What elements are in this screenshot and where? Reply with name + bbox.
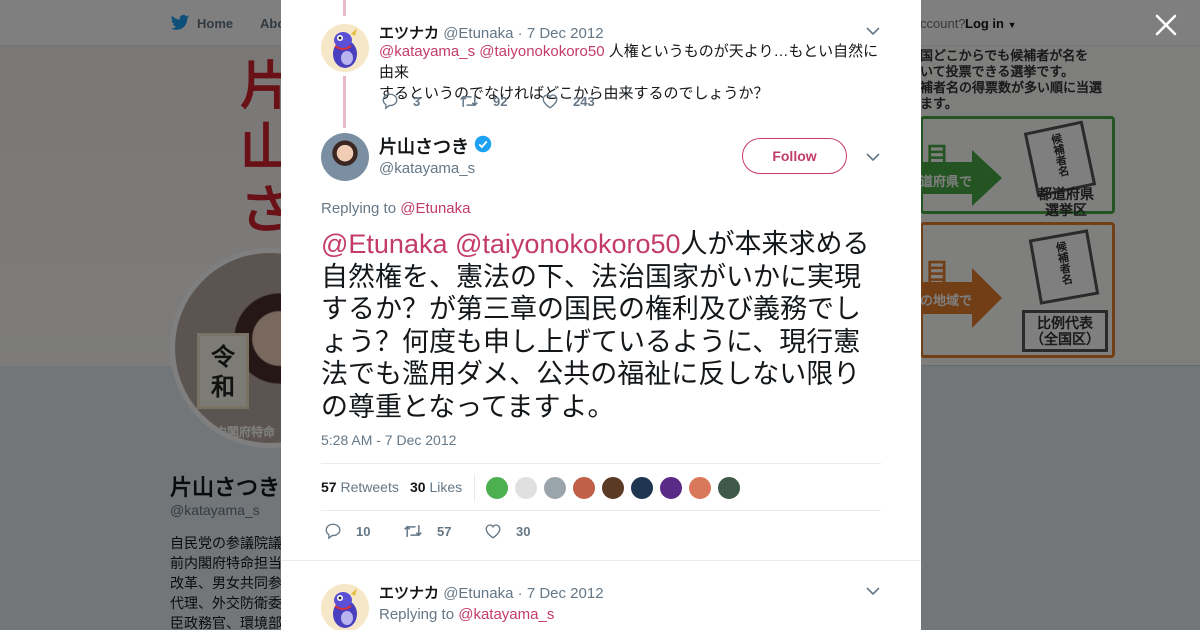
- divider: [281, 560, 921, 561]
- liker-avatar[interactable]: [659, 476, 683, 500]
- dragon-avatar-icon: [321, 24, 369, 72]
- retweet-icon: [404, 525, 422, 537]
- tweet-stats-bar: 57 Retweets 30 Likes: [321, 463, 881, 511]
- tweet-permalink-modal: エツナカ @Etunaka · 7 Dec 2012 @katayama_s @…: [281, 0, 921, 630]
- verified-badge-icon: [474, 135, 492, 153]
- like-button[interactable]: 243: [541, 92, 595, 110]
- mention-link[interactable]: @katayama_s: [379, 43, 475, 60]
- tweet-timestamp[interactable]: 5:28 AM - 7 Dec 2012: [321, 432, 456, 448]
- liker-avatar[interactable]: [485, 476, 509, 500]
- reply-tweet-header: エツナカ @Etunaka · 7 Dec 2012: [379, 582, 604, 603]
- retweets-stat-count: 57: [321, 479, 337, 495]
- replying-to-context: Replying to @Etunaka: [321, 200, 471, 217]
- mention-link[interactable]: @Etunaka: [321, 229, 447, 259]
- reply-icon: [382, 93, 398, 110]
- author-handle[interactable]: @katayama_s: [379, 160, 475, 177]
- chevron-down-icon[interactable]: [866, 152, 880, 162]
- retweet-count: 92: [493, 93, 508, 109]
- reply-button[interactable]: 10: [324, 522, 370, 540]
- tweet-date[interactable]: 7 Dec 2012: [527, 25, 604, 42]
- liker-avatar[interactable]: [514, 476, 538, 500]
- avatar[interactable]: [321, 133, 369, 181]
- heart-icon: [485, 524, 501, 539]
- focus-tweet-actions: 10 57 30: [324, 522, 624, 542]
- liker-avatar[interactable]: [688, 476, 712, 500]
- reply-button[interactable]: 3: [381, 92, 420, 110]
- author-name[interactable]: エツナカ: [379, 585, 439, 602]
- author-name[interactable]: エツナカ: [379, 25, 439, 42]
- mention-link[interactable]: @Etunaka: [400, 200, 470, 217]
- dragon-avatar-icon: [321, 584, 369, 630]
- author-handle[interactable]: @Etunaka: [443, 585, 513, 602]
- chevron-down-icon[interactable]: [866, 26, 880, 36]
- thread-connector-line: [343, 76, 346, 128]
- like-count: 30: [516, 523, 531, 539]
- reply-count: 10: [356, 523, 371, 539]
- author-handle[interactable]: @Etunaka: [443, 25, 513, 42]
- dot-separator: ·: [517, 585, 523, 602]
- thread-connector-line: [343, 0, 346, 16]
- mention-link[interactable]: @taiyonokokoro50: [479, 43, 604, 60]
- avatar[interactable]: [321, 584, 369, 630]
- likes-stat-label: Likes: [429, 479, 463, 495]
- chevron-down-icon[interactable]: [866, 586, 880, 596]
- stats-divider: [474, 474, 475, 502]
- author-name[interactable]: 片山さつき: [379, 133, 469, 159]
- retweet-icon: [460, 95, 478, 107]
- replying-prefix: Replying to: [321, 200, 397, 217]
- reply-count: 3: [413, 93, 421, 109]
- dot-separator: ·: [517, 25, 523, 42]
- like-count: 243: [573, 93, 595, 109]
- parent-tweet-actions: 3 92 243: [381, 92, 681, 112]
- focus-tweet-text: @Etunaka @taiyonokokoro50人が本来求める自然権を、憲法の…: [321, 228, 886, 423]
- liker-avatar[interactable]: [543, 476, 567, 500]
- retweet-button[interactable]: 57: [403, 522, 451, 540]
- liker-avatar[interactable]: [717, 476, 741, 500]
- avatar[interactable]: [321, 24, 369, 72]
- parent-tweet-header: エツナカ @Etunaka · 7 Dec 2012: [379, 22, 604, 43]
- retweets-stat[interactable]: 57 Retweets: [321, 479, 399, 495]
- replying-to-context: Replying to @katayama_s: [379, 606, 554, 623]
- replying-prefix: Replying to: [379, 606, 455, 623]
- reply-icon: [325, 523, 341, 540]
- retweets-stat-label: Retweets: [340, 479, 399, 495]
- mention-link[interactable]: @taiyonokokoro50: [455, 229, 681, 259]
- retweet-count: 57: [437, 523, 452, 539]
- retweet-button[interactable]: 92: [459, 92, 507, 110]
- liker-avatar[interactable]: [630, 476, 654, 500]
- heart-icon: [542, 94, 558, 109]
- liker-avatar[interactable]: [601, 476, 625, 500]
- tweet-date[interactable]: 7 Dec 2012: [527, 585, 604, 602]
- follow-button[interactable]: Follow: [742, 138, 847, 174]
- likes-stat[interactable]: 30 Likes: [410, 479, 462, 495]
- close-icon[interactable]: [1153, 12, 1179, 38]
- likes-stat-count: 30: [410, 479, 426, 495]
- liker-avatar[interactable]: [572, 476, 596, 500]
- like-button[interactable]: 30: [484, 522, 530, 540]
- mention-link[interactable]: @katayama_s: [458, 606, 554, 623]
